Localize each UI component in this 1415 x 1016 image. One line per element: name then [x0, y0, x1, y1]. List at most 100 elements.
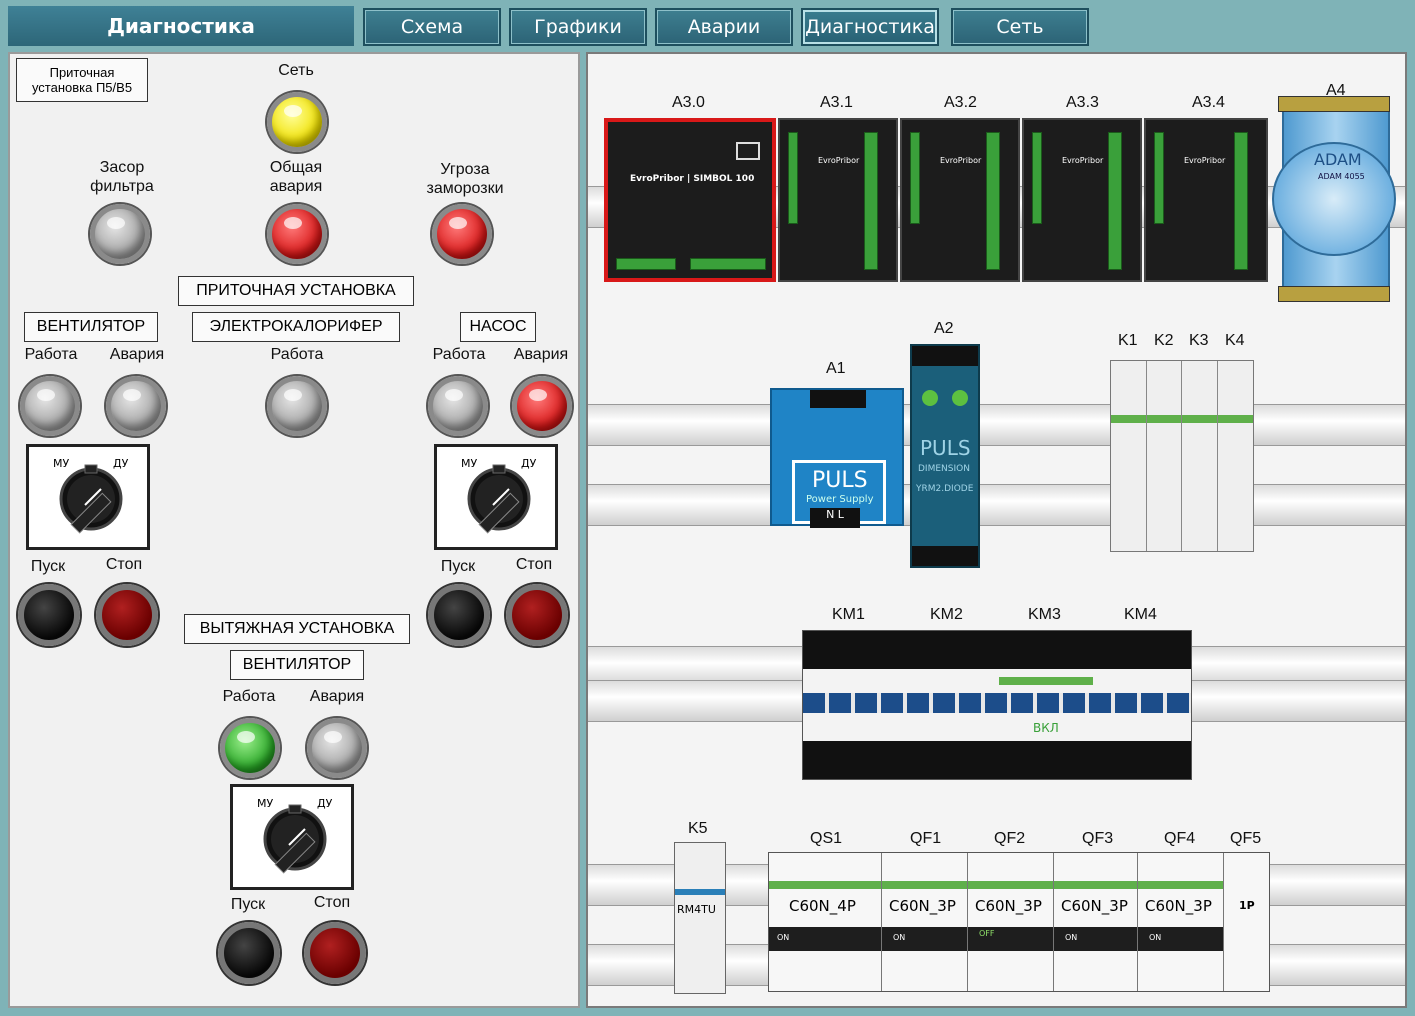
contactors-block[interactable]: ВКЛ: [802, 630, 1192, 780]
fan-stop-button[interactable]: [96, 584, 158, 646]
relay-k3-label: K3: [1189, 332, 1209, 349]
pump-stop-label: Стоп: [515, 556, 553, 573]
module-a4[interactable]: ADAM ADAM 4055: [1272, 96, 1396, 302]
unit-label-line2: установка П5/В5: [31, 80, 133, 95]
heater-work-lamp: [267, 376, 327, 436]
unit-label-line1: Приточная: [49, 65, 115, 80]
fan-stop-label: Стоп: [105, 556, 143, 573]
qf4-on: ON: [1149, 933, 1162, 942]
heater-work-label: Работа: [270, 346, 324, 363]
timer-k5[interactable]: RM4TU: [674, 842, 726, 994]
page-title: Диагностика: [8, 6, 354, 46]
fan-alarm-label: Авария: [109, 346, 165, 363]
exhaust-alarm-lamp: [307, 718, 367, 778]
qf2-off: OFF: [979, 929, 995, 938]
relays-block[interactable]: [1110, 360, 1254, 552]
breaker-qf5-label: QF5: [1230, 830, 1262, 847]
pump-work-lamp: [428, 376, 488, 436]
tab-charts[interactable]: Графики: [509, 8, 647, 46]
contactor-km1-label: KM1: [832, 606, 865, 623]
network-label: Сеть: [278, 62, 314, 79]
unit-label-box: Приточная установка П5/В5: [16, 58, 148, 102]
ethernet-port-icon: [736, 142, 760, 160]
pump-stop-button[interactable]: [506, 584, 568, 646]
pump-start-button[interactable]: [428, 584, 490, 646]
yrm-label: YRM2.DIODE: [916, 484, 974, 494]
supply-unit-title: ПРИТОЧНАЯ УСТАНОВКА: [178, 276, 414, 306]
breaker-qf2-label: QF2: [994, 830, 1026, 847]
fan-start-button[interactable]: [18, 584, 80, 646]
qf1-on: ON: [893, 933, 906, 942]
selector-knob-icon: [59, 464, 123, 534]
tab-alarms[interactable]: Аварии: [655, 8, 793, 46]
psu-a2-label: A2: [934, 320, 954, 337]
module-a34[interactable]: EvroPribor: [1144, 118, 1268, 282]
contactor-km4-label: KM4: [1124, 606, 1157, 623]
psu-a1[interactable]: PULS Power Supply N L: [770, 388, 904, 528]
selector-knob-icon: [263, 804, 327, 874]
qs1-on: ON: [777, 933, 790, 942]
frost-lamp: [432, 204, 492, 264]
breaker-qf5-type: 1P: [1239, 899, 1255, 912]
general-alarm-lamp: [267, 204, 327, 264]
module-a31[interactable]: EvroPribor: [778, 118, 898, 282]
exhaust-mode-selector[interactable]: МУ ДУ: [230, 784, 354, 890]
pump-start-label: Пуск: [440, 558, 476, 575]
din-rail: [588, 404, 1405, 446]
exhaust-start-button[interactable]: [218, 922, 280, 984]
exhaust-stop-label: Стоп: [313, 894, 351, 911]
tab-network[interactable]: Сеть: [951, 8, 1089, 46]
module-a31-label: A3.1: [820, 94, 853, 111]
pump-mode-selector[interactable]: МУ ДУ: [434, 444, 558, 550]
fan-start-label: Пуск: [30, 558, 66, 575]
exhaust-work-lamp: [220, 718, 280, 778]
fan-work-label: Работа: [24, 346, 78, 363]
contactor-km2-label: KM2: [930, 606, 963, 623]
pump-alarm-lamp: [512, 376, 572, 436]
module-a34-label: A3.4: [1192, 94, 1225, 111]
relay-k4-label: K4: [1225, 332, 1245, 349]
breaker-qs1-type: C60N_4P: [789, 897, 856, 915]
relay-k2-label: K2: [1154, 332, 1174, 349]
breaker-qf4-label: QF4: [1164, 830, 1196, 847]
terminal-nl: N L: [810, 508, 860, 528]
module-a33[interactable]: EvroPribor: [1022, 118, 1142, 282]
breaker-qf1-type: C60N_3P: [889, 897, 956, 915]
heater-title: ЭЛЕКТРОКАЛОРИФЕР: [192, 312, 400, 342]
filter-label: Засор фильтра: [90, 159, 154, 195]
tab-diagnostics[interactable]: Диагностика: [801, 8, 939, 46]
pump-alarm-label: Авария: [513, 346, 569, 363]
breaker-qf2-type: C60N_3P: [975, 897, 1042, 915]
contactor-km3-label: KM3: [1028, 606, 1061, 623]
module-a33-label: A3.3: [1066, 94, 1099, 111]
frost-label: Угроза заморозки: [426, 161, 504, 197]
breaker-qf4-type: C60N_3P: [1145, 897, 1212, 915]
psu-a1-label: A1: [826, 360, 846, 377]
breaker-qs1-label: QS1: [810, 830, 843, 847]
pump-work-label: Работа: [432, 346, 486, 363]
adam-logo: ADAM: [1314, 150, 1362, 169]
psu-a2[interactable]: PULS DIMENSION YRM2.DIODE: [910, 344, 980, 568]
module-brand: EvroPribor | SIMBOL 100: [630, 174, 755, 184]
fan-alarm-lamp: [106, 376, 166, 436]
din-rail: [588, 484, 1405, 526]
module-a30-label: A3.0: [672, 94, 705, 111]
fan-work-lamp: [20, 376, 80, 436]
timer-k5-label: K5: [688, 820, 708, 837]
breakers-block[interactable]: C60N_4P C60N_3P C60N_3P C60N_3P C60N_3P …: [768, 852, 1270, 992]
breaker-qf3-type: C60N_3P: [1061, 897, 1128, 915]
relay-k1-label: K1: [1118, 332, 1138, 349]
filter-lamp: [90, 204, 150, 264]
module-a32[interactable]: EvroPribor: [900, 118, 1020, 282]
exhaust-fan-title: ВЕНТИЛЯТОР: [230, 650, 364, 680]
km3-on-label: ВКЛ: [1033, 721, 1059, 735]
puls-logo: PULS: [920, 436, 971, 460]
exhaust-stop-button[interactable]: [304, 922, 366, 984]
tab-schema[interactable]: Схема: [363, 8, 501, 46]
exhaust-unit-title: ВЫТЯЖНАЯ УСТАНОВКА: [184, 614, 410, 644]
module-a32-label: A3.2: [944, 94, 977, 111]
fan-mode-selector[interactable]: МУ ДУ: [26, 444, 150, 550]
selector-knob-icon: [467, 464, 531, 534]
pump-title: НАСОС: [460, 312, 536, 342]
module-a30[interactable]: EvroPribor | SIMBOL 100: [604, 118, 776, 282]
